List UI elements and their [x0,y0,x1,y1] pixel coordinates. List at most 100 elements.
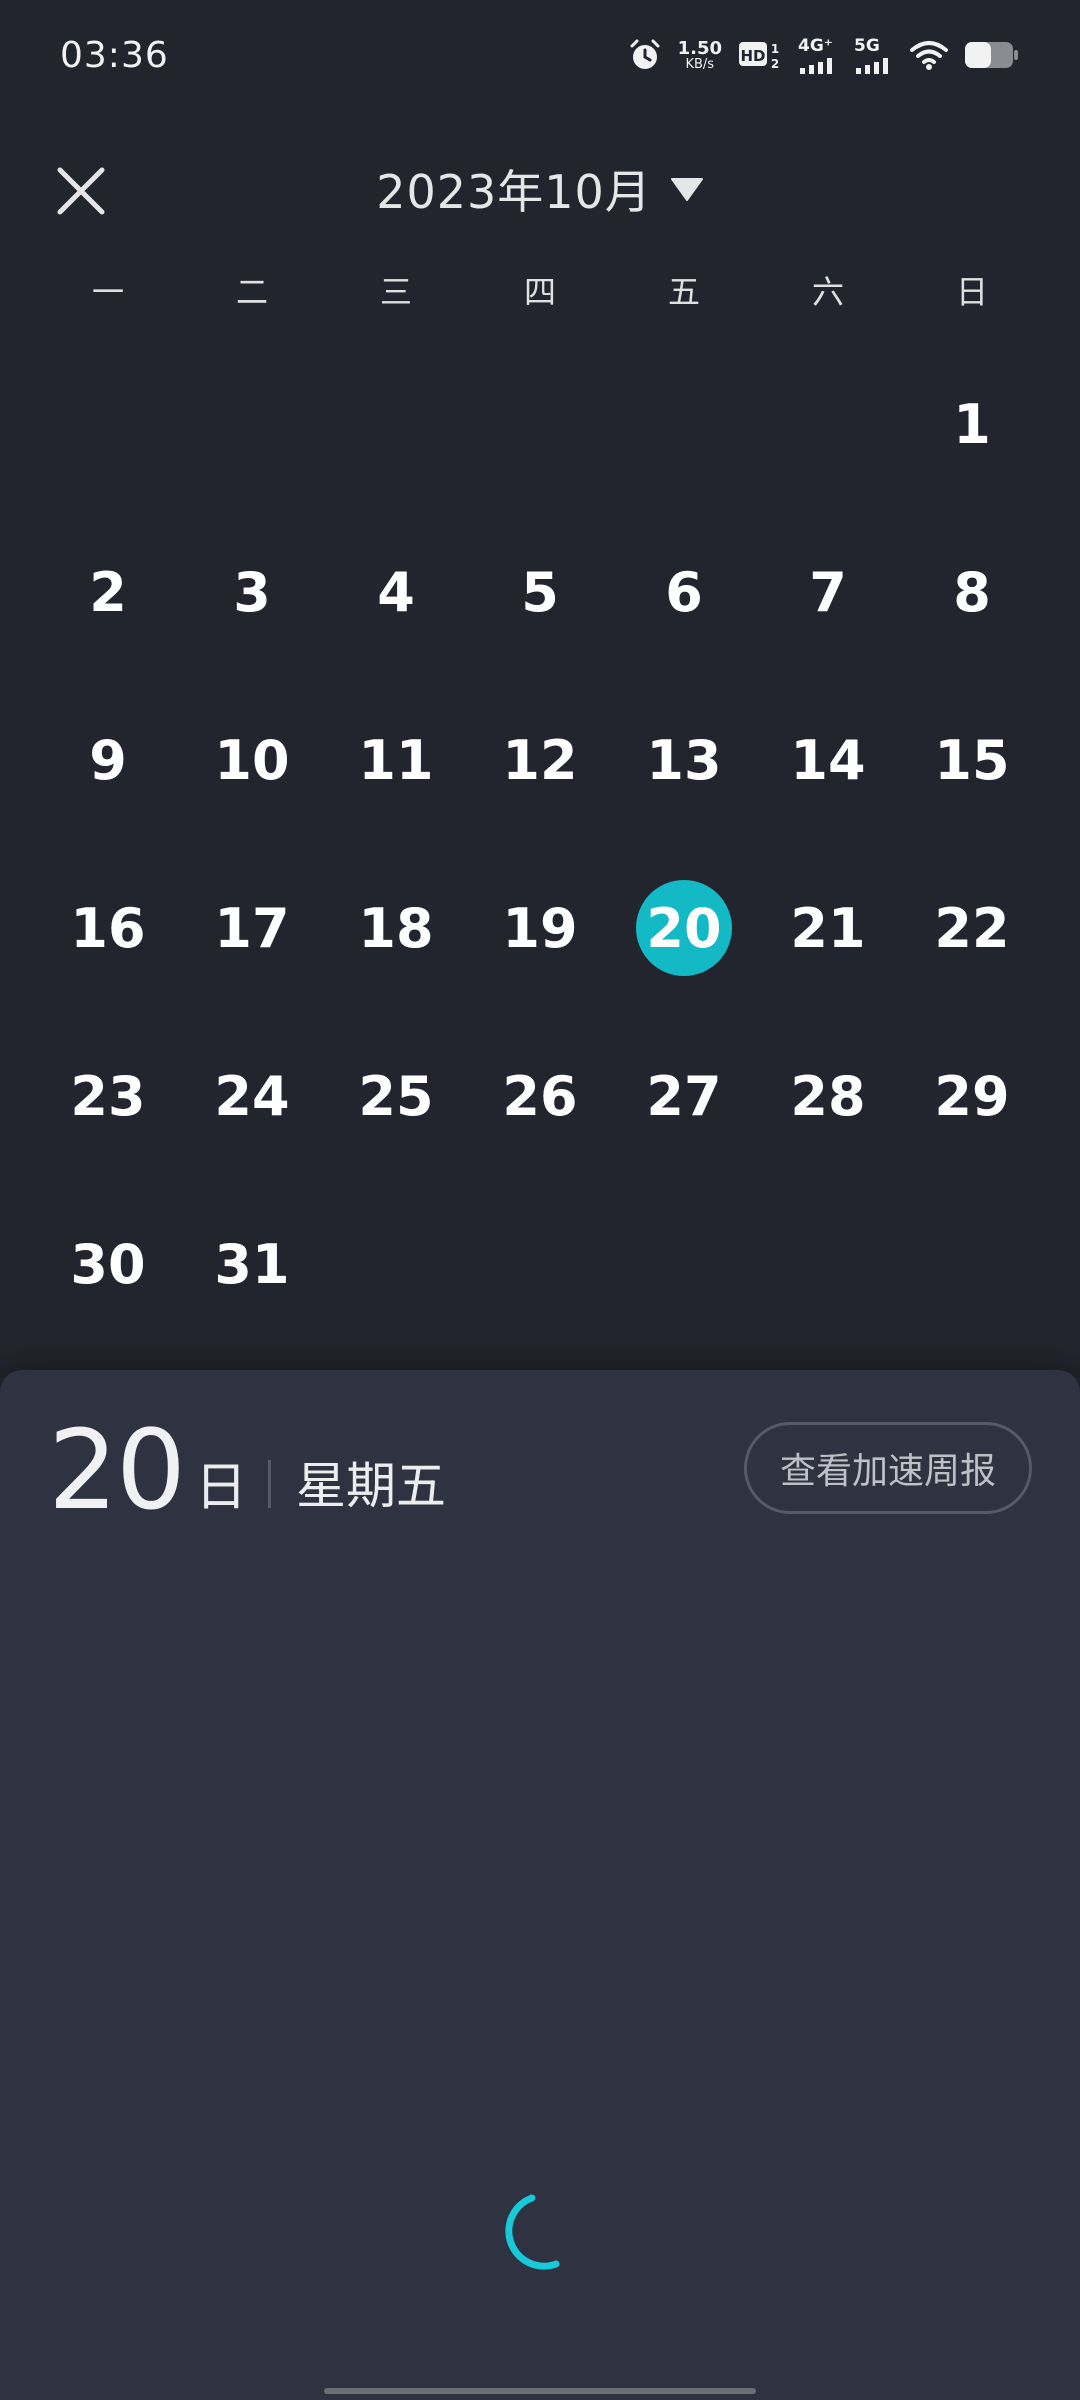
calendar-day[interactable]: 23 [36,1012,180,1180]
hd-label: HD [740,47,765,65]
divider [268,1460,271,1508]
calendar-day[interactable]: 1 [900,340,1044,508]
calendar-day[interactable]: 3 [180,508,324,676]
calendar-screen: 03:36 1.50 KB/s HD 1 2 4G⁺ 5G 2023年10月 一… [0,0,1080,2400]
calendar-day[interactable]: 12 [468,676,612,844]
calendar-day[interactable]: 28 [756,1012,900,1180]
calendar-day-number: 28 [790,1064,866,1128]
selected-day-number: 20 [48,1406,186,1534]
loading-spinner-icon [505,2194,560,2270]
calendar-day-number: 26 [502,1064,578,1128]
calendar-day-empty [612,340,756,508]
calendar-day-number: 30 [70,1232,146,1296]
weekday-label: 四 [523,273,556,311]
weekday-label: 一 [91,273,124,311]
wifi-icon [910,39,948,71]
sim1-signal: 4G⁺ [798,36,838,74]
alarm-icon [628,38,662,72]
calendar-day[interactable]: 18 [324,844,468,1012]
signal-bars-icon [856,58,888,74]
calendar-day[interactable]: 17 [180,844,324,1012]
calendar-day[interactable]: 16 [36,844,180,1012]
status-bar: 03:36 1.50 KB/s HD 1 2 4G⁺ 5G [0,0,1080,110]
calendar-day[interactable]: 4 [324,508,468,676]
calendar-day-number: 23 [70,1064,146,1128]
calendar-day[interactable]: 25 [324,1012,468,1180]
signal-bars-icon [800,58,832,74]
calendar-day-number: 11 [358,728,434,792]
calendar-day[interactable]: 31 [180,1180,324,1348]
sim1-network-type: 4G⁺ [798,36,833,56]
calendar-day[interactable]: 30 [36,1180,180,1348]
calendar-day-number: 29 [934,1064,1010,1128]
sim2-network-type: 5G [854,36,880,56]
weekday-label: 六 [811,273,844,311]
battery-icon [964,40,1020,70]
calendar-day-number: 16 [70,896,146,960]
calendar-day[interactable]: 15 [900,676,1044,844]
calendar-day[interactable]: 19 [468,844,612,1012]
calendar-day-number: 5 [521,560,559,624]
calendar-day-number: 22 [934,896,1010,960]
calendar-day-empty [756,340,900,508]
calendar-day-empty [468,340,612,508]
calendar-day-number: 25 [358,1064,434,1128]
weekday-label: 五 [667,273,700,311]
calendar-day[interactable]: 6 [612,508,756,676]
calendar-day-grid: 1 2 3 4 5 6 7 8 9 10 11 12 13 14 15 16 17 18 19 20 21 22 23 24 2… [0,340,1080,1348]
calendar-day-empty [180,340,324,508]
hd-voice-icon: HD 1 2 [738,38,782,72]
calendar-day[interactable]: 22 [900,844,1044,1012]
calendar-header: 2023年10月 [0,150,1080,230]
svg-text:1: 1 [771,42,779,56]
calendar-day-number: 6 [665,560,703,624]
calendar-day-number: 10 [214,728,290,792]
calendar-day-number: 31 [214,1232,290,1296]
weekday-label: 二 [235,273,268,311]
calendar-day[interactable]: 10 [180,676,324,844]
network-speed: 1.50 KB/s [677,37,722,72]
calendar-day-empty [36,340,180,508]
calendar-day-number: 2 [89,560,127,624]
calendar-day[interactable]: 21 [756,844,900,1012]
calendar-day-empty [324,340,468,508]
calendar-day[interactable]: 2 [36,508,180,676]
calendar-day-number: 18 [358,896,434,960]
calendar-day[interactable]: 29 [900,1012,1044,1180]
calendar-day-number: 19 [502,896,578,960]
calendar-day[interactable]: 9 [36,676,180,844]
calendar-day-number: 13 [646,728,722,792]
calendar-day-number: 15 [934,728,1010,792]
calendar-day[interactable]: 14 [756,676,900,844]
month-picker[interactable]: 2023年10月 [0,156,1080,222]
calendar-day[interactable]: 5 [468,508,612,676]
calendar-day-number: 7 [809,560,847,624]
selected-day-unit: 日 [195,1458,248,1518]
calendar-day-number: 20 [636,880,732,976]
sim2-signal: 5G [854,36,894,74]
calendar-day-selected[interactable]: 20 [612,844,756,1012]
month-title: 2023年10月 [376,165,652,219]
view-weekly-report-button[interactable]: 查看加速周报 [744,1422,1032,1514]
calendar-day[interactable]: 26 [468,1012,612,1180]
calendar-day-number: 17 [214,896,290,960]
calendar-day[interactable]: 11 [324,676,468,844]
calendar-day-number: 4 [377,560,415,624]
selected-weekday: 星期五 [296,1457,446,1515]
calendar-day[interactable]: 13 [612,676,756,844]
dropdown-triangle-icon [670,178,703,201]
calendar-day-number: 3 [233,560,271,624]
calendar-day-number: 14 [790,728,866,792]
status-icons: 1.50 KB/s HD 1 2 4G⁺ 5G [628,36,1020,74]
calendar-day-number: 9 [89,728,127,792]
weekday-header: 一 二 三 四 五 六 日 [0,262,1080,322]
weekday-label: 三 [379,273,412,311]
network-speed-value: 1.50 [677,37,722,59]
calendar-day[interactable]: 27 [612,1012,756,1180]
status-time: 03:36 [60,34,169,76]
calendar-day[interactable]: 8 [900,508,1044,676]
home-indicator[interactable] [324,2388,756,2394]
calendar-day[interactable]: 7 [756,508,900,676]
calendar-day[interactable]: 24 [180,1012,324,1180]
network-speed-unit: KB/s [685,56,715,72]
